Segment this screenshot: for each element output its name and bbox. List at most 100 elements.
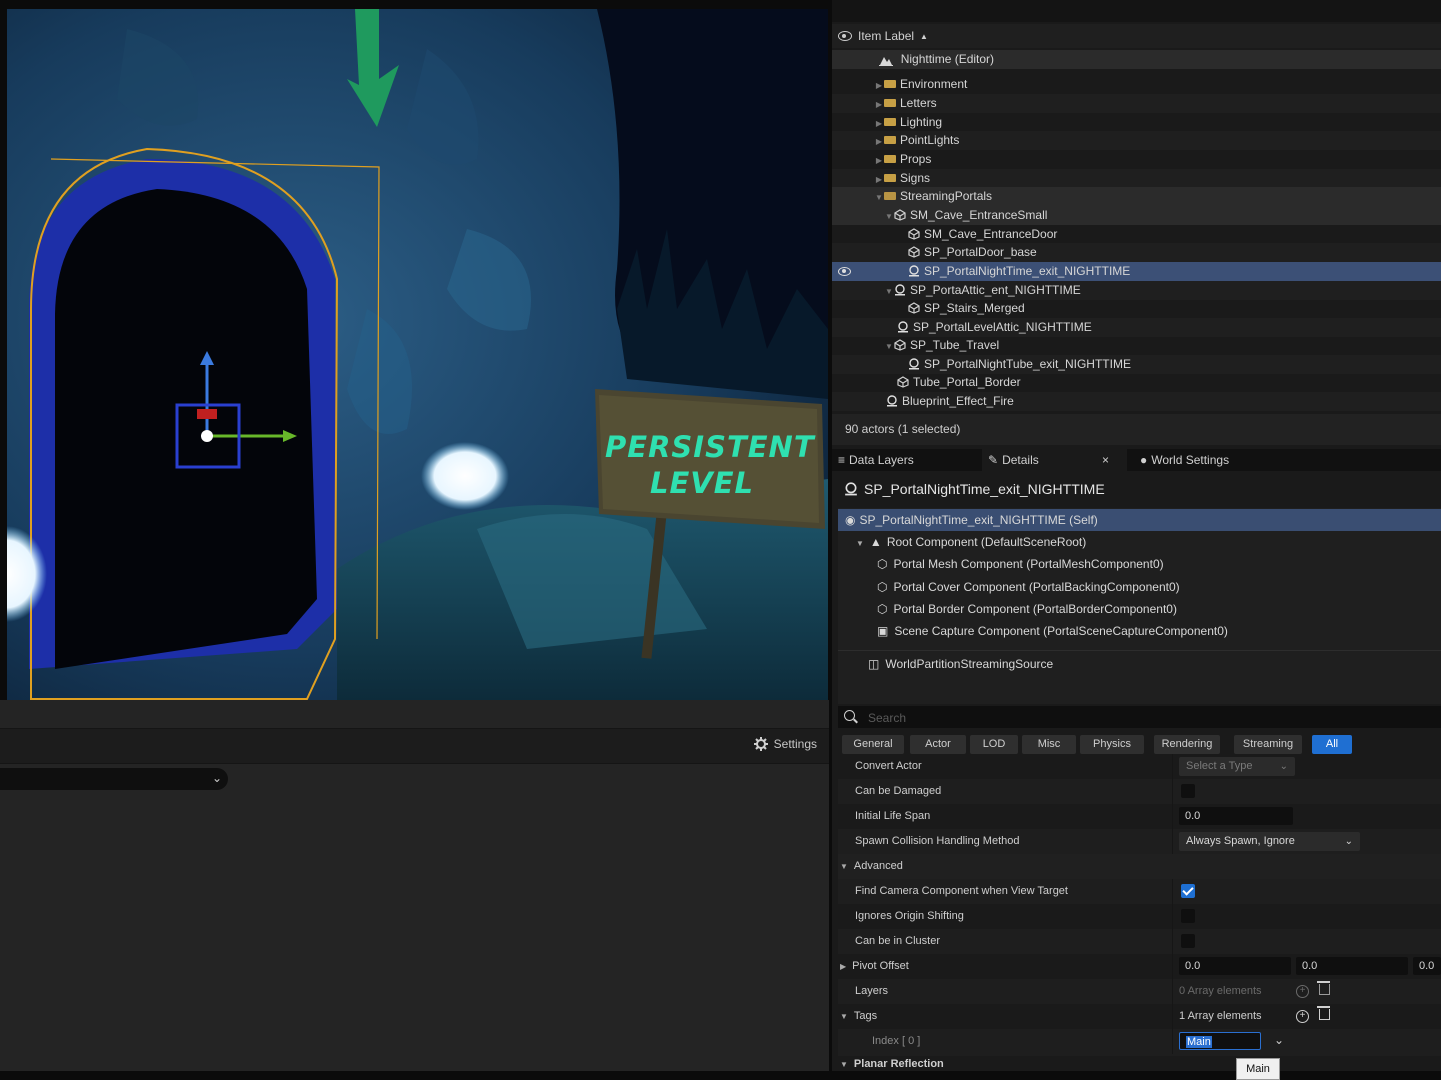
actor-count-status: 90 actors (1 selected) <box>832 414 1441 445</box>
tag-index0-field[interactable]: Main <box>1179 1032 1261 1050</box>
find-camera-checkbox[interactable] <box>1181 884 1195 898</box>
collapse-arrow-icon[interactable]: ▼ <box>840 1004 848 1029</box>
tree-row-streamingportals[interactable]: ▼ StreamingPortals <box>832 187 1441 206</box>
left-dropdown[interactable]: ⌄ <box>0 768 228 790</box>
sign-line1: PERSISTENT <box>605 430 816 464</box>
trash-icon[interactable] <box>1317 1006 1330 1020</box>
tree-row-blueprint-effect-fire[interactable]: Blueprint_Effect_Fire <box>832 392 1441 411</box>
tree-row-root[interactable]: Nighttime (Editor) <box>832 50 1441 69</box>
filter-physics[interactable]: Physics <box>1080 735 1144 754</box>
component-portal-mesh[interactable]: ⬡ Portal Mesh Component (PortalMeshCompon… <box>838 553 1441 575</box>
tree-row-sp-portallevelattic[interactable]: SP_PortalLevelAttic_NIGHTTIME <box>832 318 1441 337</box>
tree-row-signs[interactable]: ▶ Signs <box>832 169 1441 188</box>
filter-misc[interactable]: Misc <box>1022 735 1076 754</box>
collapse-arrow-icon[interactable]: ▼ <box>884 208 894 226</box>
selected-actor-title: SP_PortalNightTime_exit_NIGHTTIME <box>844 481 1105 497</box>
collapse-arrow-icon[interactable]: ▼ <box>856 533 864 555</box>
section-advanced[interactable]: ▼ Advanced <box>838 854 1441 879</box>
prop-ignores-origin: Ignores Origin Shifting <box>838 904 1441 929</box>
pivot-y-field[interactable]: 0.0 <box>1296 957 1408 975</box>
collapse-arrow-icon[interactable]: ▼ <box>874 189 884 207</box>
expand-arrow-icon[interactable]: ▶ <box>874 152 884 170</box>
component-portal-cover[interactable]: ⬡ Portal Cover Component (PortalBackingCo… <box>838 576 1441 598</box>
filter-rendering[interactable]: Rendering <box>1154 735 1220 754</box>
static-mesh-icon <box>894 209 906 221</box>
add-element-icon[interactable]: + <box>1296 985 1309 998</box>
filter-actor[interactable]: Actor <box>910 735 966 754</box>
filter-all[interactable]: All <box>1312 735 1352 754</box>
level-viewport[interactable]: PERSISTENT LEVEL <box>7 9 828 700</box>
actor-icon <box>909 265 919 277</box>
tree-row-label: Letters <box>900 96 937 110</box>
scene-root-icon: ▲ <box>869 535 882 549</box>
component-streaming-source[interactable]: ◫ WorldPartitionStreamingSource <box>838 653 1441 675</box>
actor-icon <box>898 321 908 333</box>
collapse-arrow-icon[interactable]: ▼ <box>884 338 894 356</box>
component-root[interactable]: ▼ ▲ Root Component (DefaultSceneRoot) <box>838 531 1441 553</box>
tree-row-tube-portal-border[interactable]: Tube_Portal_Border <box>832 373 1441 392</box>
search-input[interactable] <box>866 708 1430 728</box>
tree-row-sp-portaldoor-base[interactable]: SP_PortalDoor_base <box>832 243 1441 262</box>
combo-value: Select a Type <box>1186 760 1253 772</box>
details-panel: ≡ Data Layers ✎ Details × ● World Settings … <box>832 445 1441 1071</box>
tree-row-letters[interactable]: ▶ Letters <box>832 94 1441 113</box>
tree-row-lighting[interactable]: ▶ Lighting <box>832 113 1441 132</box>
convert-actor-combo[interactable]: Select a Type ⌄ <box>1179 757 1295 776</box>
can-be-in-cluster-checkbox[interactable] <box>1181 934 1195 948</box>
add-element-icon[interactable]: + <box>1296 1010 1309 1023</box>
settings-button[interactable]: Settings <box>753 737 817 751</box>
tree-row-sp-portaattic-ent[interactable]: ▼ SP_PortaAttic_ent_NIGHTTIME <box>832 281 1441 300</box>
can-be-damaged-checkbox[interactable] <box>1181 784 1195 798</box>
pencil-icon: ✎ <box>988 453 999 467</box>
static-mesh-icon <box>897 376 909 388</box>
tab-data-layers[interactable]: ≡ Data Layers <box>838 449 978 471</box>
tree-row-sp-stairs-merged[interactable]: SP_Stairs_Merged <box>832 299 1441 318</box>
component-label: Root Component (DefaultSceneRoot) <box>886 535 1087 549</box>
tab-details[interactable]: ✎ Details × <box>982 449 1127 471</box>
tree-row-sp-portalnighttube-exit[interactable]: SP_PortalNightTube_exit_NIGHTTIME <box>832 355 1441 374</box>
tree-row-label: SP_PortaAttic_ent_NIGHTTIME <box>910 283 1081 297</box>
expand-arrow-icon[interactable]: ▶ <box>840 954 846 979</box>
static-mesh-icon: ⬡ <box>877 580 888 594</box>
close-tab-icon[interactable]: × <box>1102 449 1109 471</box>
tree-row-sm-cave-entrancedoor[interactable]: SM_Cave_EntranceDoor <box>832 225 1441 244</box>
outliner-column-header[interactable]: Item Label ▲ <box>832 24 1441 48</box>
tree-row-label: Props <box>900 152 932 166</box>
filter-streaming[interactable]: Streaming <box>1234 735 1302 754</box>
tree-row-sp-tube-travel[interactable]: ▼ SP_Tube_Travel <box>832 336 1441 355</box>
expand-arrow-icon[interactable]: ▶ <box>874 96 884 114</box>
trash-icon[interactable] <box>1317 981 1330 995</box>
tree-row-props[interactable]: ▶ Props <box>832 150 1441 169</box>
tree-row-pointlights[interactable]: ▶ PointLights <box>832 131 1441 150</box>
tree-row-sm-cave-entrancesmall[interactable]: ▼ SM_Cave_EntranceSmall <box>832 206 1441 225</box>
initial-life-span-field[interactable]: 0.0 <box>1179 807 1293 825</box>
visibility-eye-icon[interactable] <box>838 31 852 41</box>
component-portal-border[interactable]: ⬡ Portal Border Component (PortalBorderCo… <box>838 598 1441 620</box>
prop-convert-actor: Convert Actor Select a Type ⌄ <box>838 754 1441 779</box>
ignores-origin-checkbox[interactable] <box>1181 909 1195 923</box>
pivot-z-field[interactable]: 0.0 <box>1413 957 1441 975</box>
tree-row-environment[interactable]: ▶ Environment <box>832 75 1441 94</box>
expand-arrow-icon[interactable]: ▶ <box>874 77 884 95</box>
tree-row-label: SM_Cave_EntranceSmall <box>910 208 1048 222</box>
component-self[interactable]: ◉ SP_PortalNightTime_exit_NIGHTTIME (Self… <box>838 509 1441 531</box>
chevron-down-icon[interactable]: ⌄ <box>1274 1033 1284 1047</box>
expand-arrow-icon[interactable]: ▶ <box>874 133 884 151</box>
tree-row-sp-portalnighttime-exit[interactable]: SP_PortalNightTime_exit_NIGHTTIME <box>832 262 1441 281</box>
tree-row-label: SP_PortalLevelAttic_NIGHTTIME <box>913 320 1092 334</box>
actor-icon <box>895 284 905 296</box>
prop-find-camera: Find Camera Component when View Target <box>838 879 1441 904</box>
tree-row-label: Signs <box>900 171 931 185</box>
component-scene-capture[interactable]: ▣ Scene Capture Component (PortalSceneCap… <box>838 620 1441 642</box>
spawn-collision-combo[interactable]: Always Spawn, Ignore Collisions⌄ <box>1179 832 1360 866</box>
section-planar-reflection[interactable]: ▼ Planar Reflection <box>838 1057 1441 1071</box>
filter-general[interactable]: General <box>842 735 904 754</box>
details-search[interactable] <box>838 706 1441 728</box>
tab-world-settings[interactable]: ● World Settings <box>1140 449 1300 471</box>
pivot-x-field[interactable]: 0.0 <box>1179 957 1291 975</box>
actor-title-label: SP_PortalNightTime_exit_NIGHTTIME <box>864 481 1105 497</box>
settings-label: Settings <box>773 737 817 751</box>
filter-lod[interactable]: LOD <box>970 735 1018 754</box>
visibility-eye-icon[interactable] <box>838 267 851 276</box>
gear-icon <box>753 737 768 751</box>
